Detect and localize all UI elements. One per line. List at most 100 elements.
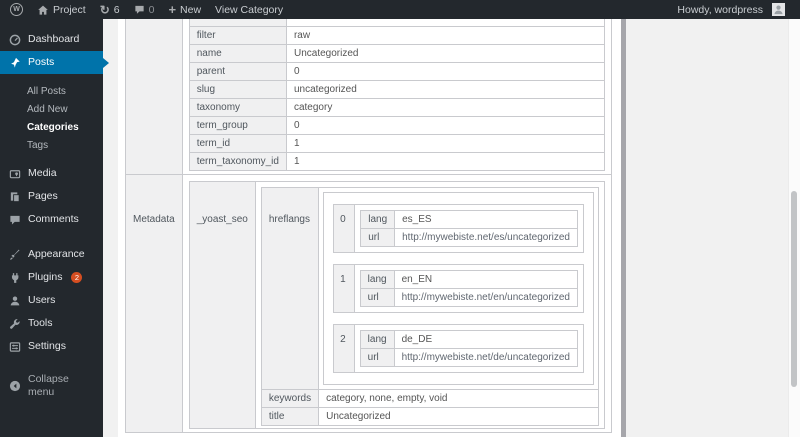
- comments-menu[interactable]: 0: [127, 0, 162, 19]
- admin-menu-list: Dashboard Posts All Posts Add New Catego…: [0, 19, 109, 404]
- lang-row: lang es_ES: [360, 210, 578, 229]
- submenu-item-tags[interactable]: Tags: [0, 136, 103, 154]
- lang-url-table: lang en_EN url http://mywebiste.net/en/u…: [359, 270, 579, 307]
- dashboard-gauge-icon: [8, 34, 21, 46]
- sidebar-item-appearance[interactable]: Appearance: [0, 243, 103, 266]
- table-row: taxonomy category: [188, 98, 606, 117]
- sidebar-label-comments: Comments: [28, 213, 79, 225]
- url-label: url: [360, 228, 396, 247]
- settings-sliders-icon: [8, 341, 21, 353]
- updates-icon: ↻: [99, 2, 110, 17]
- admin-bar: W Project ↻ 6 0 + New View Category Howd…: [0, 0, 800, 19]
- category-data-panel: filter raw name Uncategorized parent 0 s…: [118, 1, 621, 437]
- wp-logo-menu[interactable]: W: [8, 0, 30, 19]
- table-row: name Uncategorized: [188, 44, 606, 63]
- hreflangs-label: hreflangs: [260, 187, 320, 390]
- sidebar-label-dashboard: Dashboard: [28, 33, 80, 45]
- lang-url-table: lang de_DE url http://mywebiste.net/de/u…: [359, 330, 579, 367]
- table-row: term_taxonomy_id 1: [188, 152, 606, 171]
- new-label: New: [180, 3, 202, 16]
- panel-scrollbar[interactable]: [621, 19, 626, 437]
- avatar: [772, 3, 785, 16]
- media-icon: [8, 168, 21, 180]
- term-fields-table: filter raw name Uncategorized parent 0 s…: [188, 8, 606, 171]
- pushpin-icon: [8, 57, 21, 69]
- submenu-item-all-posts[interactable]: All Posts: [0, 82, 103, 100]
- collapse-menu-button[interactable]: Collapse menu: [0, 368, 103, 404]
- field-value: raw: [285, 26, 606, 45]
- sidebar-item-pages[interactable]: Pages: [0, 185, 103, 208]
- table-row: slug uncategorized: [188, 80, 606, 99]
- site-name-menu[interactable]: Project: [30, 0, 93, 19]
- hreflang-index: 0: [333, 204, 356, 253]
- submenu-item-add-new[interactable]: Add New: [0, 100, 103, 118]
- field-key: term_group: [188, 116, 287, 135]
- hreflang-item-row: 1 lang en_EN url http://mywebiste.net/en…: [333, 264, 585, 313]
- collapse-menu-label: Collapse menu: [28, 373, 69, 398]
- field-key: name: [188, 44, 287, 63]
- field-key: term_id: [188, 134, 287, 153]
- lang-label: lang: [360, 210, 396, 229]
- sidebar-item-users[interactable]: Users: [0, 289, 103, 312]
- plugins-update-badge: 2: [71, 272, 83, 283]
- hreflang-pair-cell: lang de_DE url http://mywebiste.net/de/u…: [353, 324, 585, 373]
- sidebar-item-dashboard[interactable]: Dashboard: [0, 28, 103, 51]
- field-key: taxonomy: [188, 98, 287, 117]
- hreflangs-value: 0 lang es_ES url http://mywebiste.net/es…: [318, 187, 599, 390]
- sidebar-label-posts: Posts: [28, 56, 55, 68]
- new-content-menu[interactable]: + New: [161, 0, 208, 19]
- field-value: uncategorized: [285, 80, 606, 99]
- sidebar-item-plugins[interactable]: Plugins 2: [0, 266, 103, 289]
- sidebar-item-posts[interactable]: Posts: [0, 51, 109, 74]
- view-category-label: View Category: [215, 3, 284, 16]
- admin-sidebar-menu: Dashboard Posts All Posts Add New Catego…: [0, 19, 109, 437]
- yoast-value-cell: hreflangs 0 lang es_ES url http://mywebi…: [254, 181, 606, 429]
- field-value: 1: [285, 152, 606, 171]
- plus-icon: +: [168, 1, 177, 17]
- sidebar-item-media[interactable]: Media: [0, 162, 103, 185]
- comments-count: 0: [148, 3, 155, 16]
- sidebar-label-settings: Settings: [28, 340, 66, 352]
- url-row: url http://mywebiste.net/en/uncategorize…: [359, 288, 579, 307]
- table-row: term_group 0: [188, 116, 606, 135]
- url-value: http://mywebiste.net/es/uncategorized: [394, 228, 578, 247]
- sidebar-item-settings[interactable]: Settings: [0, 335, 103, 358]
- field-key: term_taxonomy_id: [188, 152, 287, 171]
- term-fields-outer-row: filter raw name Uncategorized parent 0 s…: [125, 1, 613, 175]
- hreflang-pair-cell: lang en_EN url http://mywebiste.net/en/u…: [353, 264, 585, 313]
- sidebar-label-pages: Pages: [28, 190, 58, 202]
- my-account-menu[interactable]: Howdy, wordpress: [670, 0, 792, 19]
- field-key: filter: [188, 26, 287, 45]
- hreflang-item-cell: 0 lang es_ES url http://mywebiste.net/es…: [333, 204, 584, 253]
- submenu-item-categories[interactable]: Categories: [0, 118, 103, 136]
- url-row: url http://mywebiste.net/de/uncategorize…: [359, 348, 579, 367]
- hreflang-block-1: 1 lang en_EN url http://mywebiste.net/en…: [333, 264, 585, 313]
- page-scrollbar-track[interactable]: [788, 19, 800, 437]
- wordpress-admin-screen: W Project ↻ 6 0 + New View Category Howd…: [0, 0, 800, 437]
- table-row: filter raw: [188, 26, 606, 45]
- updates-menu[interactable]: ↻ 6: [93, 0, 127, 19]
- updates-count: 6: [113, 3, 120, 16]
- lang-label: lang: [359, 330, 395, 349]
- sidebar-item-comments[interactable]: Comments: [0, 208, 103, 231]
- hreflang-index: 1: [333, 264, 355, 313]
- hreflang-item-row: 0 lang es_ES url http://mywebiste.net/es…: [333, 204, 584, 253]
- term-fields-outer-label: [125, 1, 183, 175]
- metadata-outer-value: _yoast_seo hreflangs 0 lang es_ES url ht…: [181, 174, 613, 433]
- field-value: 1: [285, 134, 606, 153]
- metadata-outer-row: Metadata _yoast_seo hreflangs 0 lang es_…: [125, 174, 613, 433]
- sidebar-item-tools[interactable]: Tools: [0, 312, 103, 335]
- table-row: parent 0: [188, 62, 606, 81]
- pages-icon: [8, 191, 21, 203]
- url-label: url: [359, 348, 395, 367]
- field-key: parent: [188, 62, 287, 81]
- field-value: 0: [285, 62, 606, 81]
- sidebar-label-tools: Tools: [28, 317, 53, 329]
- home-icon: [37, 4, 49, 16]
- menu-separator: [0, 231, 103, 243]
- view-category-link[interactable]: View Category: [208, 0, 290, 19]
- sidebar-label-users: Users: [28, 294, 56, 306]
- term-fields-outer-value: filter raw name Uncategorized parent 0 s…: [181, 1, 613, 175]
- lang-url-table: lang es_ES url http://mywebiste.net/es/u…: [360, 210, 578, 247]
- page-scrollbar-thumb[interactable]: [791, 191, 797, 387]
